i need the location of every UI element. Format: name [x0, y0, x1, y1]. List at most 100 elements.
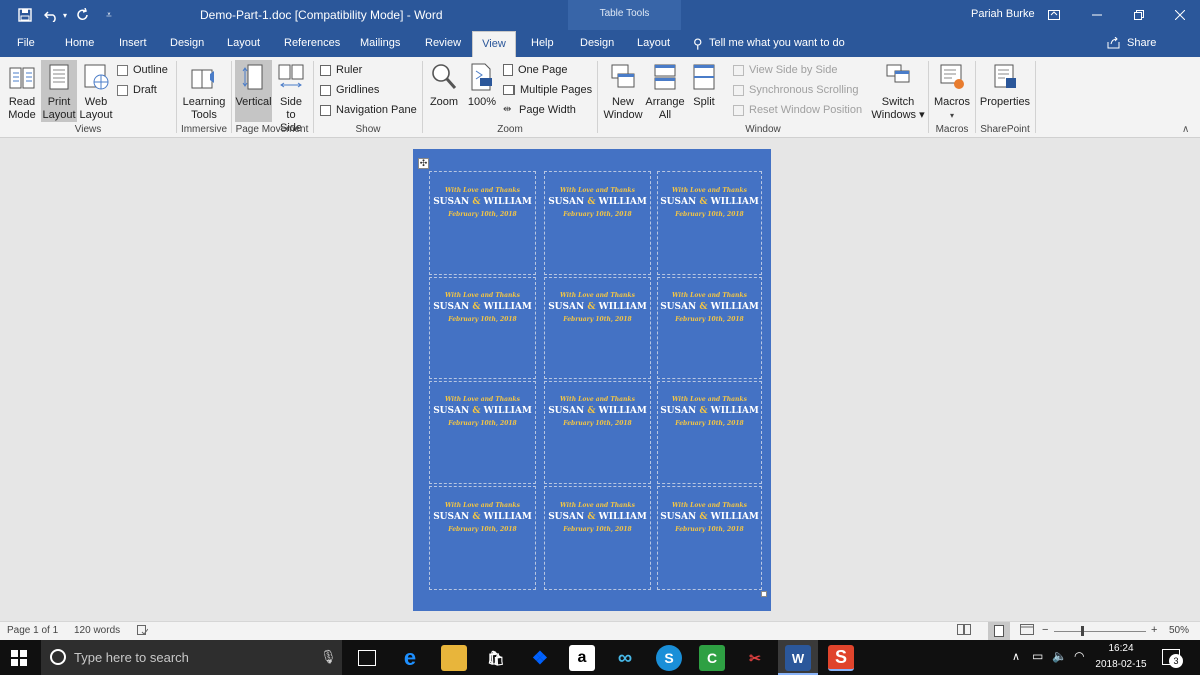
- zoom-level[interactable]: 50%: [1169, 625, 1189, 636]
- web-layout-view-icon[interactable]: [1020, 624, 1036, 637]
- tab-design[interactable]: Design: [170, 36, 204, 57]
- store-icon[interactable]: 🛍: [483, 645, 509, 671]
- read-mode-view-icon[interactable]: [957, 624, 973, 637]
- navigation-pane-checkbox[interactable]: Navigation Pane: [320, 103, 417, 117]
- show-hidden-icons-icon[interactable]: ∧: [1012, 650, 1020, 663]
- macros-button[interactable]: Macros ▾: [932, 60, 972, 122]
- customize-qat-icon[interactable]: ⩡: [98, 4, 120, 26]
- tab-layout[interactable]: Layout: [227, 36, 260, 57]
- thank-you-card[interactable]: With Love and Thanks SUSAN & WILLIAM Febru…: [657, 277, 762, 379]
- thank-you-card[interactable]: With Love and Thanks SUSAN & WILLIAM Febru…: [544, 486, 651, 590]
- zoom-100-button[interactable]: 100%: [466, 60, 498, 109]
- macros-dropdown-icon[interactable]: ▾: [932, 109, 972, 122]
- share-icon[interactable]: [1107, 36, 1121, 49]
- ruler-check-icon[interactable]: [320, 64, 331, 76]
- close-icon[interactable]: [1160, 0, 1200, 30]
- page-width-button[interactable]: ⇹ Page Width: [503, 103, 576, 117]
- split-button[interactable]: Split: [688, 60, 720, 109]
- outline-button[interactable]: Outline: [117, 63, 168, 77]
- tab-review[interactable]: Review: [425, 36, 461, 57]
- zoom-button[interactable]: Zoom: [428, 60, 460, 109]
- zoom-in-icon[interactable]: +: [1151, 624, 1157, 636]
- word-taskbar-button[interactable]: W: [778, 640, 818, 675]
- multiple-pages-button[interactable]: Multiple Pages: [503, 83, 592, 97]
- minimize-icon[interactable]: [1076, 0, 1118, 30]
- view-side-by-side-button[interactable]: View Side by Side: [733, 63, 837, 77]
- infinity-app-icon[interactable]: ∞: [612, 645, 638, 671]
- thank-you-card[interactable]: With Love and Thanks SUSAN & WILLIAM Febru…: [429, 486, 536, 590]
- gridlines-check-icon[interactable]: [320, 84, 331, 96]
- thank-you-card[interactable]: With Love and Thanks SUSAN & WILLIAM Febru…: [544, 381, 651, 484]
- reset-window-position-button[interactable]: Reset Window Position: [733, 103, 862, 117]
- clock-time[interactable]: 16:24: [1098, 643, 1144, 654]
- tell-me-box[interactable]: Tell me what you want to do: [709, 36, 845, 57]
- tab-table-layout[interactable]: Layout: [637, 36, 670, 57]
- tab-home[interactable]: Home: [65, 36, 94, 57]
- table-move-handle-icon[interactable]: ✣: [418, 158, 429, 169]
- share-button[interactable]: Share: [1127, 36, 1156, 57]
- thank-you-card[interactable]: With Love and Thanks SUSAN & WILLIAM Febru…: [544, 277, 651, 379]
- task-view-icon[interactable]: [358, 650, 376, 666]
- simplenote-icon[interactable]: S: [656, 645, 682, 671]
- learning-tools-button[interactable]: Learning Tools: [181, 60, 227, 122]
- print-layout-view-icon[interactable]: [988, 622, 1010, 640]
- proofing-icon[interactable]: [137, 625, 149, 636]
- properties-button[interactable]: Properties: [979, 60, 1031, 109]
- volume-icon[interactable]: 🔈: [1052, 649, 1067, 663]
- tab-mailings[interactable]: Mailings: [360, 36, 400, 57]
- table-resize-handle[interactable]: [761, 591, 767, 597]
- snipping-tool-icon[interactable]: ✂: [742, 645, 768, 671]
- thank-you-card[interactable]: With Love and Thanks SUSAN & WILLIAM Febru…: [429, 171, 536, 275]
- battery-icon[interactable]: ▭: [1032, 649, 1043, 663]
- camtasia-icon[interactable]: C: [699, 645, 725, 671]
- thank-you-card[interactable]: With Love and Thanks SUSAN & WILLIAM Febru…: [544, 171, 651, 275]
- windows-start-icon[interactable]: [11, 650, 27, 666]
- thank-you-card[interactable]: With Love and Thanks SUSAN & WILLIAM Febru…: [657, 171, 762, 275]
- print-layout-button[interactable]: Print Layout: [41, 60, 77, 122]
- dropbox-icon[interactable]: ❖: [527, 645, 553, 671]
- vertical-button[interactable]: Vertical: [235, 60, 272, 122]
- file-explorer-icon[interactable]: [441, 645, 467, 671]
- one-page-button[interactable]: One Page: [503, 63, 568, 77]
- web-layout-button[interactable]: Web Layout: [78, 60, 114, 122]
- read-mode-button[interactable]: Read Mode: [4, 60, 40, 122]
- snagit-icon[interactable]: S: [828, 645, 854, 671]
- tab-view[interactable]: View: [472, 31, 516, 57]
- zoom-slider-thumb[interactable]: [1081, 626, 1084, 636]
- zoom-out-icon[interactable]: −: [1042, 624, 1048, 636]
- microphone-icon[interactable]: 🎙: [320, 649, 337, 665]
- synchronous-scrolling-button[interactable]: Synchronous Scrolling: [733, 83, 858, 97]
- ribbon-display-options-icon[interactable]: [1032, 0, 1076, 30]
- tab-help[interactable]: Help: [531, 36, 554, 57]
- page-count[interactable]: Page 1 of 1: [7, 625, 58, 636]
- clock-date[interactable]: 2018-02-15: [1094, 659, 1148, 670]
- new-window-button[interactable]: New Window: [601, 60, 645, 122]
- draft-button[interactable]: Draft: [117, 83, 157, 97]
- document-page[interactable]: ✣ With Love and Thanks SUSAN & WILLIAM Feb…: [413, 149, 771, 611]
- amazon-icon[interactable]: a: [569, 645, 595, 671]
- navigation-pane-check-icon[interactable]: [320, 104, 331, 116]
- tab-references[interactable]: References: [284, 36, 340, 57]
- edge-icon[interactable]: e: [397, 645, 423, 671]
- word-count[interactable]: 120 words: [74, 625, 120, 636]
- switch-windows-button[interactable]: Switch Windows ▾: [870, 60, 926, 122]
- arrange-all-button[interactable]: Arrange All: [645, 60, 685, 122]
- undo-icon[interactable]: [42, 4, 60, 26]
- tab-table-design[interactable]: Design: [580, 36, 614, 57]
- taskbar-search-box[interactable]: Type here to search 🎙: [41, 640, 342, 675]
- redo-icon[interactable]: [72, 4, 94, 26]
- gridlines-checkbox[interactable]: Gridlines: [320, 83, 379, 97]
- collapse-ribbon-icon[interactable]: ∧: [1182, 124, 1189, 135]
- tab-insert[interactable]: Insert: [119, 36, 147, 57]
- user-name[interactable]: Pariah Burke: [971, 8, 1035, 20]
- thank-you-card[interactable]: With Love and Thanks SUSAN & WILLIAM Febru…: [429, 277, 536, 379]
- restore-icon[interactable]: [1118, 0, 1160, 30]
- action-center-icon[interactable]: 3: [1162, 649, 1183, 668]
- thank-you-card[interactable]: With Love and Thanks SUSAN & WILLIAM Febru…: [657, 486, 762, 590]
- thank-you-card[interactable]: With Love and Thanks SUSAN & WILLIAM Febru…: [429, 381, 536, 484]
- save-icon[interactable]: [14, 4, 36, 26]
- tab-file[interactable]: File: [17, 36, 35, 57]
- zoom-slider[interactable]: [1054, 631, 1146, 632]
- ruler-checkbox[interactable]: Ruler: [320, 63, 362, 77]
- thank-you-card[interactable]: With Love and Thanks SUSAN & WILLIAM Febru…: [657, 381, 762, 484]
